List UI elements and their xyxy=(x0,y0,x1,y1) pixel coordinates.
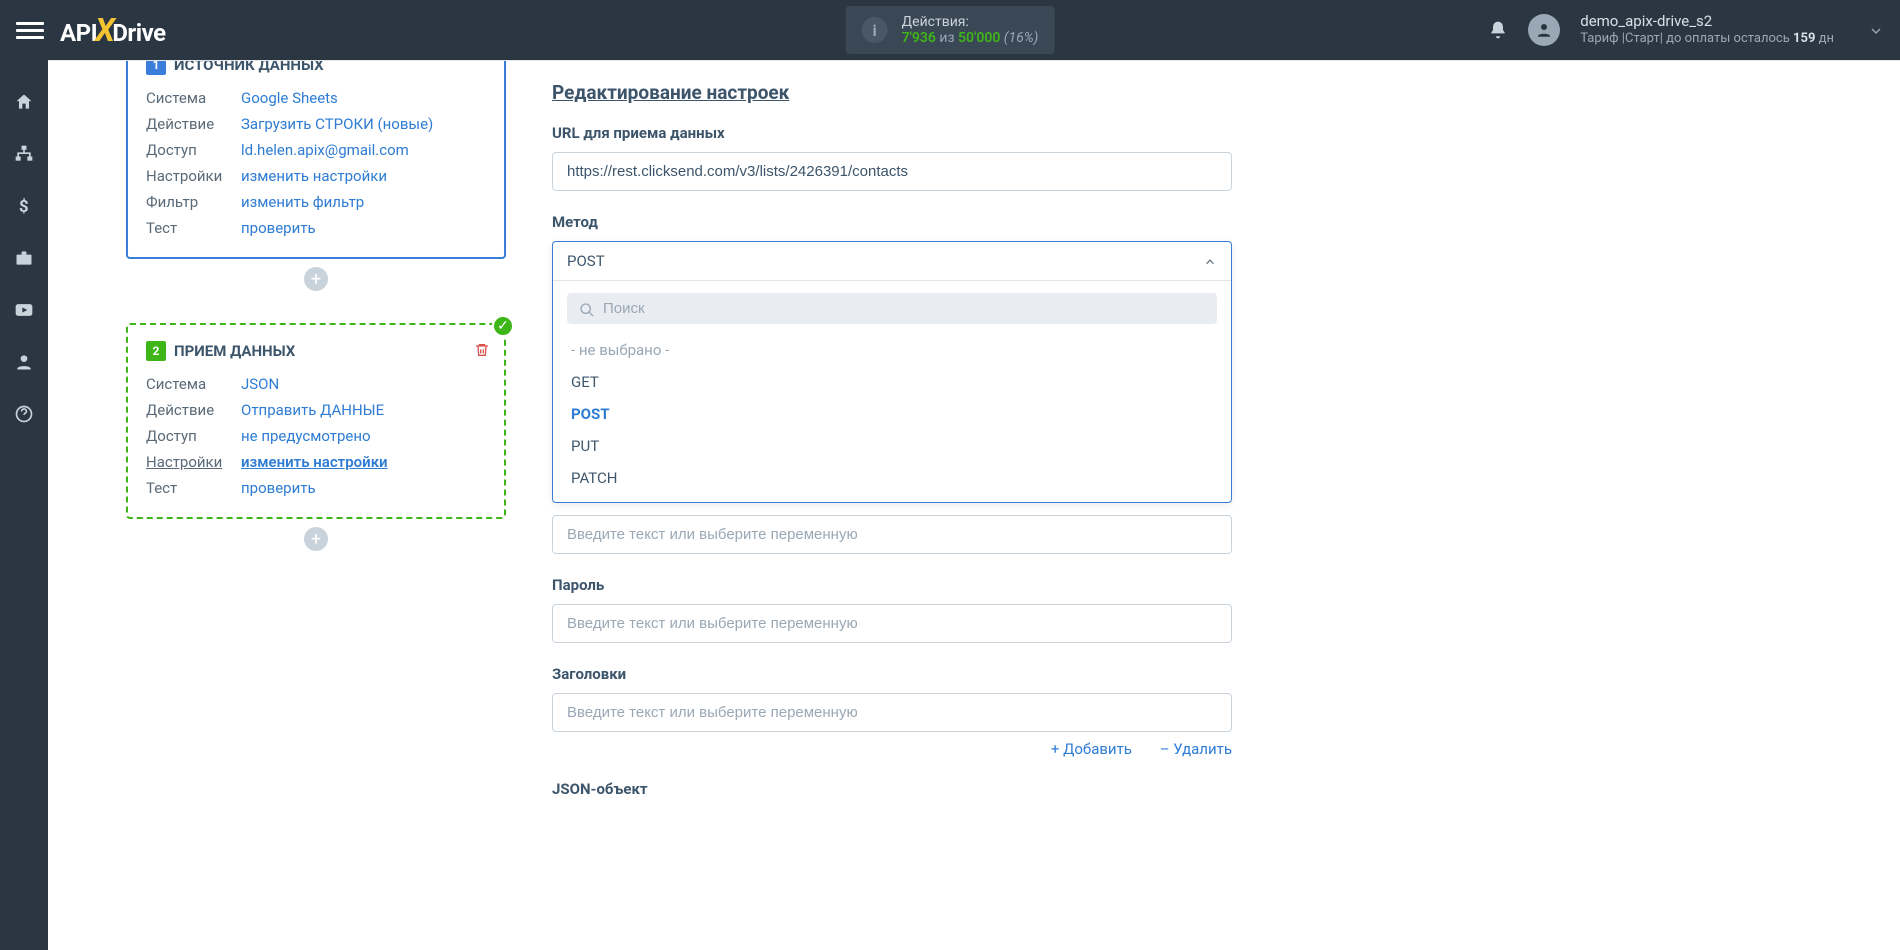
user-plan: Тариф |Старт| до оплаты осталось 159 дн xyxy=(1580,31,1834,48)
main: 1 ИСТОЧНИК ДАННЫХ СистемаGoogle Sheets Д… xyxy=(48,60,1900,950)
dropdown-search-input[interactable] xyxy=(603,300,1205,317)
source-system[interactable]: Google Sheets xyxy=(241,89,338,107)
headers-label: Заголовки xyxy=(552,665,1232,683)
dest-access[interactable]: не предусмотрено xyxy=(241,427,371,445)
url-input[interactable] xyxy=(552,152,1232,191)
briefcase-icon[interactable] xyxy=(14,244,34,268)
actions-counter[interactable]: i Действия: 7'936 из 50'000 (16%) xyxy=(846,6,1055,54)
chevron-up-icon xyxy=(1203,252,1217,270)
password-input[interactable] xyxy=(552,604,1232,643)
method-dropdown: POST - не выбрано - GET POST PUT PATCH xyxy=(552,241,1232,503)
logo[interactable]: APIXDrive xyxy=(60,11,166,49)
method-option[interactable]: POST xyxy=(567,398,1217,430)
help-icon[interactable] xyxy=(14,400,34,424)
sidebar: $ xyxy=(0,60,48,950)
method-option[interactable]: PATCH xyxy=(567,462,1217,494)
avatar[interactable] xyxy=(1528,14,1560,46)
user-icon[interactable] xyxy=(14,348,34,372)
bell-icon[interactable] xyxy=(1488,20,1508,41)
method-select[interactable]: POST xyxy=(553,242,1231,281)
home-icon[interactable] xyxy=(14,88,34,112)
dest-system[interactable]: JSON xyxy=(241,375,279,393)
menu-icon[interactable] xyxy=(16,18,44,43)
source-action[interactable]: Загрузить СТРОКИ (новые) xyxy=(241,115,433,133)
info-icon: i xyxy=(862,17,888,43)
destination-card[interactable]: ✓ 2 ПРИЕМ ДАННЫХ СистемаJSON ДействиеОтп… xyxy=(126,323,506,519)
method-option[interactable]: GET xyxy=(567,366,1217,398)
method-option[interactable]: PUT xyxy=(567,430,1217,462)
source-access[interactable]: ld.helen.apix@gmail.com xyxy=(241,141,409,159)
method-label: Метод xyxy=(552,213,1232,231)
delete-icon[interactable] xyxy=(474,339,490,360)
sitemap-icon[interactable] xyxy=(14,140,34,164)
url-label: URL для приема данных xyxy=(552,124,1232,142)
source-filter[interactable]: изменить фильтр xyxy=(241,193,364,211)
check-icon: ✓ xyxy=(492,315,514,337)
add-step-button[interactable]: + xyxy=(304,267,328,291)
user-info[interactable]: demo_apix-drive_s2 Тариф |Старт| до опла… xyxy=(1580,12,1834,48)
dest-test[interactable]: проверить xyxy=(241,479,316,497)
user-name: demo_apix-drive_s2 xyxy=(1580,12,1834,32)
search-icon xyxy=(579,299,595,318)
actions-value: 7'936 из 50'000 (16%) xyxy=(902,30,1039,46)
json-label: JSON-объект xyxy=(552,780,1232,798)
login-input[interactable] xyxy=(552,515,1232,554)
chevron-down-icon[interactable] xyxy=(1868,20,1884,39)
source-card[interactable]: 1 ИСТОЧНИК ДАННЫХ СистемаGoogle Sheets Д… xyxy=(126,61,506,259)
dropdown-search[interactable] xyxy=(567,293,1217,324)
delete-header-button[interactable]: – Удалить xyxy=(1160,740,1232,758)
source-title: 1 ИСТОЧНИК ДАННЫХ xyxy=(146,61,486,75)
svg-text:$: $ xyxy=(19,198,29,216)
dollar-icon[interactable]: $ xyxy=(14,192,34,216)
dest-title: 2 ПРИЕМ ДАННЫХ xyxy=(146,341,486,361)
youtube-icon[interactable] xyxy=(14,296,34,320)
headers-input[interactable] xyxy=(552,693,1232,732)
actions-label: Действия: xyxy=(902,14,1039,30)
pipeline-column: 1 ИСТОЧНИК ДАННЫХ СистемаGoogle Sheets Д… xyxy=(48,61,518,950)
dest-settings[interactable]: изменить настройки xyxy=(241,453,388,471)
source-settings[interactable]: изменить настройки xyxy=(241,167,387,185)
add-step-button[interactable]: + xyxy=(304,527,328,551)
dest-action[interactable]: Отправить ДАННЫЕ xyxy=(241,401,384,419)
add-header-button[interactable]: + Добавить xyxy=(1051,740,1132,758)
section-title: Редактирование настроек xyxy=(552,81,1232,104)
header: APIXDrive i Действия: 7'936 из 50'000 (1… xyxy=(0,0,1900,60)
settings-panel: Редактирование настроек URL для приема д… xyxy=(518,61,1900,950)
source-test[interactable]: проверить xyxy=(241,219,316,237)
password-label: Пароль xyxy=(552,576,1232,594)
method-option[interactable]: - не выбрано - xyxy=(567,334,1217,366)
